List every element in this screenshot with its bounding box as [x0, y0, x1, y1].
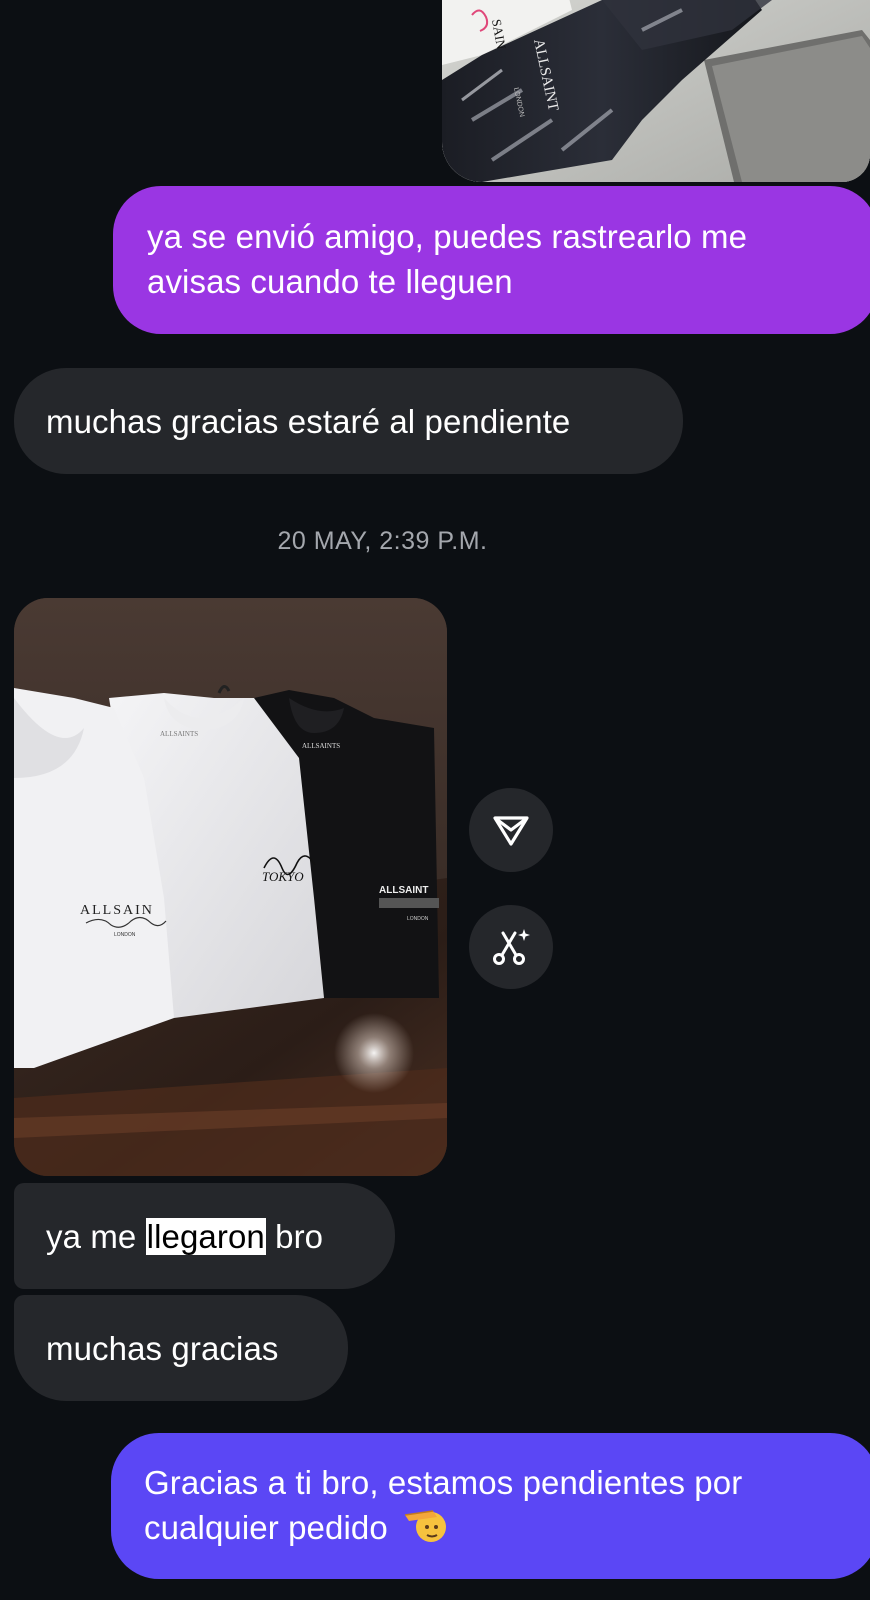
message-text: ya se envió amigo, puedes rastrearlo me …: [147, 218, 748, 300]
share-button[interactable]: [469, 788, 553, 872]
sent-message-bubble[interactable]: ya se envió amigo, puedes rastrearlo me …: [113, 186, 870, 334]
label-allsaints-collar: ALLSAINTS: [160, 730, 198, 738]
received-photo-message[interactable]: ALLSAINTS ALLSAINTS ALLSAIN ALLSAINT TOK…: [14, 598, 447, 1176]
sent-message-bubble[interactable]: Gracias a ti bro, estamos pendientes por…: [111, 1433, 870, 1579]
selected-text[interactable]: llegaron: [145, 1217, 266, 1255]
message-text: muchas gracias: [46, 1329, 279, 1367]
received-photo-image: ALLSAINTS ALLSAINTS ALLSAIN ALLSAINT TOK…: [14, 598, 447, 1176]
sent-photo-image: SAIN ALLSAINT LONDON: [442, 0, 870, 182]
chat-screen: SAIN ALLSAINT LONDON ya se envió amigo, …: [0, 0, 870, 1600]
message-timestamp: 20 MAY, 2:39 P.M.: [277, 527, 488, 555]
label-london: LONDON: [114, 932, 136, 938]
paper-plane-icon: [493, 816, 529, 846]
received-message-bubble[interactable]: ya me llegaron bro: [14, 1183, 395, 1289]
label-allsaints-black-collar: ALLSAINTS: [302, 742, 340, 750]
label-london-black: LONDON: [407, 916, 429, 922]
sent-photo-message[interactable]: SAIN ALLSAINT LONDON: [442, 0, 870, 182]
received-message-bubble[interactable]: muchas gracias: [14, 1295, 348, 1401]
label-allsaint-black: ALLSAINT: [379, 885, 428, 896]
remix-button[interactable]: [469, 905, 553, 989]
label-allsain: ALLSAIN: [80, 903, 154, 918]
message-text: ya me llegaron bro: [46, 1217, 324, 1255]
scissors-sparkle-icon: [493, 929, 530, 965]
saluting-face-emoji-icon: [403, 1505, 447, 1556]
message-text: muchas gracias estaré al pendiente: [46, 402, 571, 440]
received-message-bubble[interactable]: muchas gracias estaré al pendiente: [14, 368, 683, 474]
